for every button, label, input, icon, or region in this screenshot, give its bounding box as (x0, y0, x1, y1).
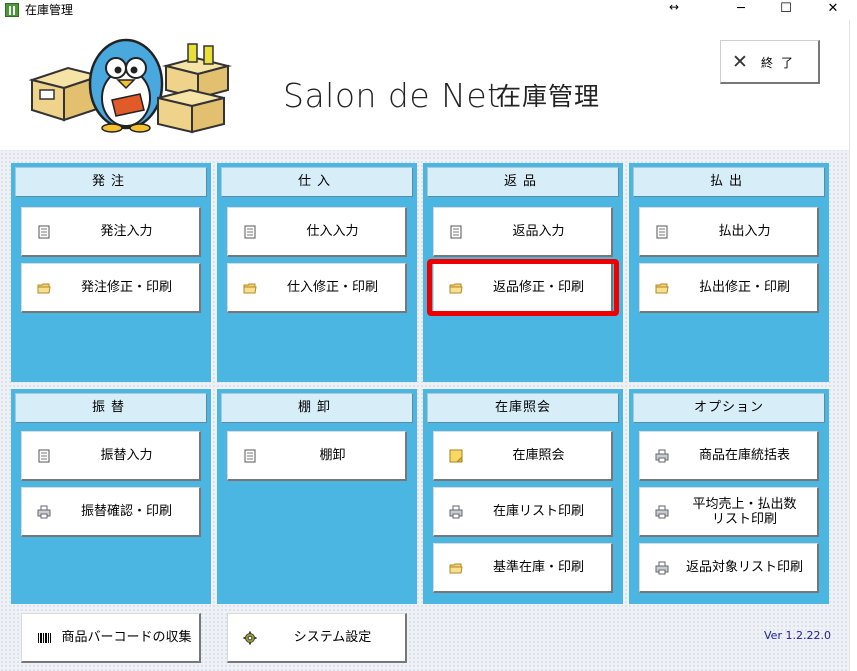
folder-icon (449, 563, 463, 573)
transfer-entry-button[interactable]: 振替入力 (21, 431, 201, 481)
panel-header-purchase: 仕入 (221, 167, 413, 197)
button-label: 在庫リスト印刷 (492, 504, 584, 519)
order-edit-print-button[interactable]: 発注修正・印刷 (21, 263, 201, 313)
document-icon (38, 449, 50, 462)
button-label: 棚卸 (319, 448, 346, 463)
penguin-mascot-illustration (28, 38, 232, 134)
button-label: 振替確認・印刷 (80, 504, 172, 519)
button-label: 平均売上・払出数 リスト印刷 (692, 496, 797, 527)
barcode-icon (38, 632, 51, 643)
document-icon (656, 225, 668, 238)
printer-icon (655, 449, 669, 462)
resize-icon: ↔ (668, 0, 680, 14)
inventory-list-print-button[interactable]: 在庫リスト印刷 (433, 487, 613, 537)
button-label: 発注修正・印刷 (80, 280, 172, 295)
button-label: 払出入力 (718, 224, 771, 239)
button-label: 発注入力 (100, 224, 153, 239)
document-icon (244, 225, 256, 238)
system-settings-button[interactable]: システム設定 (227, 613, 407, 663)
gear-icon (243, 631, 257, 644)
button-label: 返品対象リスト印刷 (685, 560, 803, 575)
minimize-button[interactable]: ─ (726, 0, 756, 18)
document-icon (244, 449, 256, 462)
document-icon (450, 225, 462, 238)
inventory-inquiry-button[interactable]: 在庫照会 (433, 431, 613, 481)
folder-icon (37, 283, 51, 293)
panel-header-return: 返品 (427, 167, 619, 197)
standard-inventory-print-button[interactable]: 基準在庫・印刷 (433, 543, 613, 593)
purchase-entry-button[interactable]: 仕入入力 (227, 207, 407, 257)
note-icon (449, 449, 463, 462)
payout-entry-button[interactable]: 払出入力 (639, 207, 819, 257)
transfer-confirm-print-button[interactable]: 振替確認・印刷 (21, 487, 201, 537)
payout-edit-print-button[interactable]: 払出修正・印刷 (639, 263, 819, 313)
app-name: Salon de Net (283, 76, 501, 115)
panel-header-inventory-inquiry: 在庫照会 (427, 393, 619, 423)
window-edge (849, 20, 857, 671)
app-icon (5, 3, 19, 17)
folder-icon (655, 283, 669, 293)
button-label: システム設定 (293, 630, 372, 645)
maximize-button[interactable]: ☐ (771, 0, 801, 18)
button-label: 返品入力 (512, 224, 565, 239)
button-label: 商品在庫統括表 (698, 448, 790, 463)
panel-stocktake: 棚卸 (217, 389, 417, 604)
product-inventory-summary-button[interactable]: 商品在庫統括表 (639, 431, 819, 481)
order-entry-button[interactable]: 発注入力 (21, 207, 201, 257)
average-sales-payout-list-print-button[interactable]: 平均売上・払出数 リスト印刷 (639, 487, 819, 537)
button-label: 払出修正・印刷 (698, 280, 790, 295)
return-entry-button[interactable]: 返品入力 (433, 207, 613, 257)
button-label: 仕入入力 (306, 224, 359, 239)
close-button[interactable]: ✕ (818, 0, 848, 18)
barcode-collection-button[interactable]: 商品バーコードの収集 (21, 613, 201, 663)
window-title: 在庫管理 (25, 3, 74, 17)
close-x-icon: ✕ (732, 51, 748, 73)
button-label: 在庫照会 (512, 448, 565, 463)
panel-header-order: 発注 (15, 167, 207, 197)
exit-label: 終了 (761, 56, 802, 70)
printer-icon (449, 505, 463, 518)
button-label: 基準在庫・印刷 (492, 560, 584, 575)
printer-icon (37, 505, 51, 518)
version-label: Ver 1.2.22.0 (764, 629, 831, 642)
panel-header-options: オプション (633, 393, 825, 423)
panel-header-stocktake: 棚卸 (221, 393, 413, 423)
panel-header-transfer: 振替 (15, 393, 207, 423)
printer-icon (655, 561, 669, 574)
app-name-japanese: 在庫管理 (496, 82, 601, 111)
button-label: 振替入力 (100, 448, 153, 463)
exit-button[interactable]: ✕ 終了 (720, 40, 820, 84)
purchase-edit-print-button[interactable]: 仕入修正・印刷 (227, 263, 407, 313)
highlight-frame (427, 259, 619, 316)
panel-header-payout: 払出 (633, 167, 825, 197)
folder-icon (243, 283, 257, 293)
printer-icon (655, 505, 669, 518)
stocktake-button[interactable]: 棚卸 (227, 431, 407, 481)
return-target-list-print-button[interactable]: 返品対象リスト印刷 (639, 543, 819, 593)
button-label: 仕入修正・印刷 (286, 280, 378, 295)
button-label: 商品バーコードの収集 (61, 630, 192, 645)
document-icon (38, 225, 50, 238)
